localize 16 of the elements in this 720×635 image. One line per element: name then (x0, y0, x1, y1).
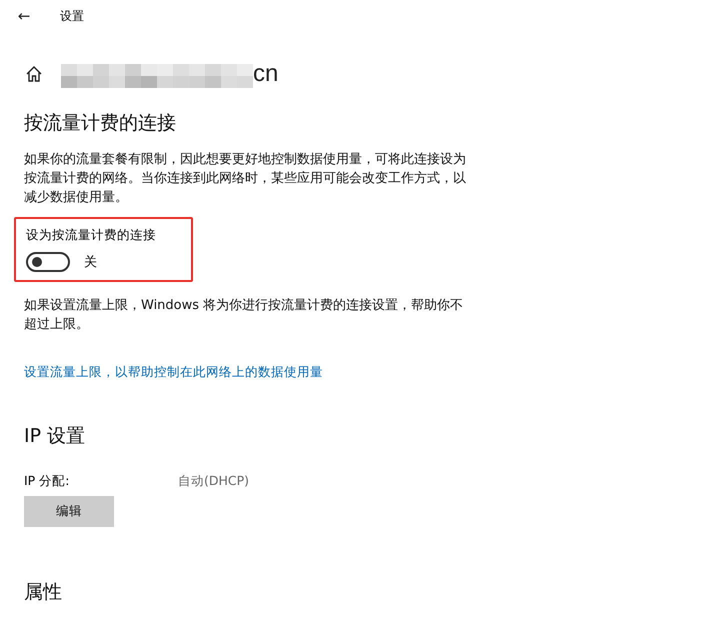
section-heading: 属性 (24, 580, 63, 605)
field-value: 自动(DHCP) (178, 473, 250, 490)
page-title: cn (253, 60, 278, 88)
section-heading: IP 设置 (24, 424, 86, 449)
home-icon[interactable] (25, 65, 43, 83)
edit-button[interactable]: 编辑 (24, 496, 114, 527)
data-limit-link[interactable]: 设置流量上限，以帮助控制在此网络上的数据使用量 (24, 364, 720, 381)
back-button[interactable]: ← (0, 7, 48, 25)
description-text: 如果你的流量套餐有限制，因此想要更好地控制数据使用量，可将此连接设为按流量计费的网络。当你连接到此网络时，某些应用可能会改变工作方式，以减少数据使用量。 (24, 151, 467, 207)
toggle-switch[interactable] (26, 252, 70, 272)
toggle-label: 设为按流量计费的连接 (26, 227, 157, 244)
info-text: 如果设置流量上限，Windows 将为你进行按流量计费的连接设置，帮助你不超过上限。 (24, 297, 464, 334)
section-heading: 按流量计费的连接 (24, 111, 177, 136)
toggle-state: 关 (84, 254, 97, 271)
field-label: IP 分配: (24, 473, 70, 490)
window-title: 设置 (60, 8, 84, 24)
